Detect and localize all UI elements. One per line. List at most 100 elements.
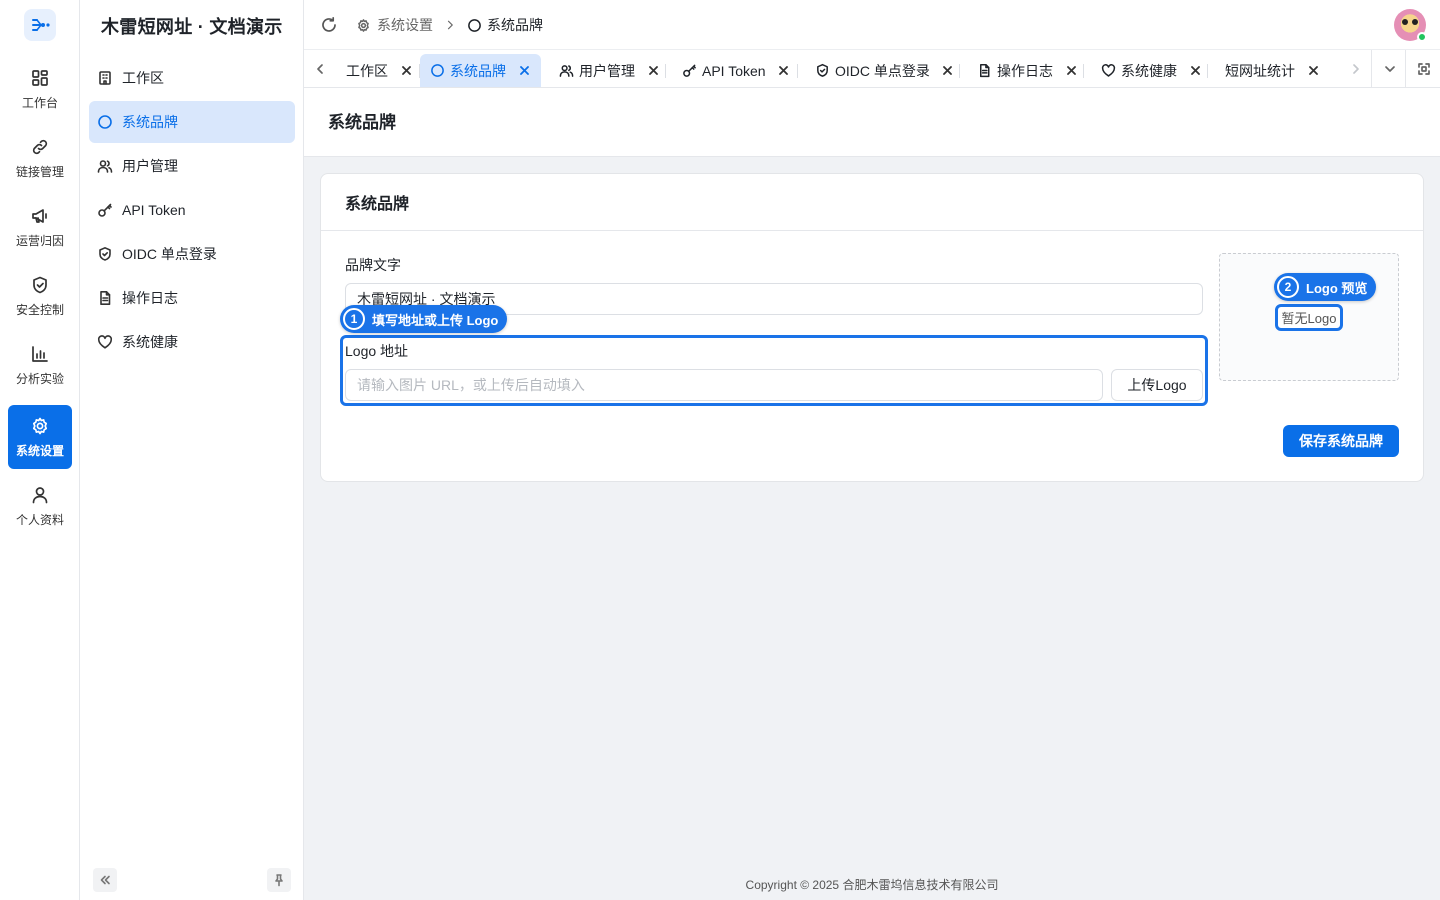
close-icon <box>1190 66 1200 75</box>
close-icon <box>943 66 953 75</box>
menu-item-label: OIDC 单点登录 <box>122 246 217 262</box>
callout-number: 1 <box>343 308 365 330</box>
rail-item-label: 个人资料 <box>15 512 64 527</box>
rail-item-attribution[interactable]: 运营归因 <box>8 195 72 259</box>
rail-item-label: 安全控制 <box>15 302 64 317</box>
rail-item-links[interactable]: 链接管理 <box>8 126 72 190</box>
document-icon <box>980 63 990 78</box>
tab-label: 用户管理 <box>579 62 635 79</box>
logo-url-label: Logo 地址 <box>345 343 409 359</box>
collapse-menu-button[interactable] <box>93 868 117 892</box>
app-title: 木雷短网址 · 文档演示 <box>101 17 283 37</box>
tab-audit-log[interactable]: 操作日志 <box>967 54 1088 87</box>
tab-close-button[interactable] <box>1064 64 1078 78</box>
tab-close-button[interactable] <box>941 64 955 78</box>
tab-close-button[interactable] <box>777 64 791 78</box>
shield-check-icon <box>99 247 111 261</box>
megaphone-icon <box>32 208 47 223</box>
upload-logo-button[interactable]: 上传Logo <box>1111 369 1203 401</box>
menu-item-label: 用户管理 <box>122 158 178 174</box>
menu-item-oidc[interactable]: OIDC 单点登录 <box>89 233 295 275</box>
card-title: 系统品牌 <box>345 196 410 213</box>
tab-oidc[interactable]: OIDC 单点登录 <box>805 54 965 87</box>
callout-text: 填写地址或上传 Logo <box>372 312 499 328</box>
breadcrumb-parent[interactable]: 系统设置 <box>377 15 433 35</box>
circle-icon <box>468 18 481 32</box>
tab-brand[interactable]: 系统品牌 <box>420 54 541 87</box>
key-icon <box>683 64 696 77</box>
tab-divider <box>797 64 798 78</box>
menu-item-brand[interactable]: 系统品牌 <box>89 101 295 143</box>
rail-item-security[interactable]: 安全控制 <box>8 264 72 328</box>
menu-item-audit-log[interactable]: 操作日志 <box>89 277 295 319</box>
chevron-right-icon <box>447 20 453 30</box>
rail-item-label: 分析实验 <box>15 371 64 386</box>
rail-item-settings[interactable]: 系统设置 <box>8 405 72 469</box>
secondary-menu: 木雷短网址 · 文档演示 工作区 系统品牌 用户管理 API Token OID… <box>80 0 304 900</box>
rail-item-dashboard[interactable]: 工作台 <box>8 57 72 121</box>
refresh-button[interactable] <box>320 16 338 34</box>
dashboard-grid-icon <box>32 69 48 86</box>
footer-copyright: Copyright © 2025 合肥木雷坞信息技术有限公司 <box>745 878 999 892</box>
circle-icon <box>98 115 112 129</box>
pin-menu-button[interactable] <box>267 868 291 892</box>
chevron-left-icon <box>317 63 323 74</box>
link-icon <box>32 139 48 154</box>
tab-api-token[interactable]: API Token <box>672 54 801 87</box>
close-icon <box>648 66 658 75</box>
tabs-bar: 工作区 系统品牌 用户管理 API Token OIDC 单点登录 操作日志 系… <box>304 50 1440 88</box>
tab-health[interactable]: 系统健康 <box>1091 54 1212 87</box>
top-header: 系统设置 系统品牌 <box>304 0 1440 50</box>
heart-icon <box>1101 64 1116 77</box>
tab-close-button[interactable] <box>646 64 660 78</box>
menu-item-api-token[interactable]: API Token <box>89 189 295 231</box>
user-avatar[interactable] <box>1394 9 1427 42</box>
users-icon <box>97 160 113 173</box>
menu-item-users[interactable]: 用户管理 <box>89 145 295 187</box>
tab-label: 操作日志 <box>997 62 1053 79</box>
tab-short-url-stats[interactable]: 短网址统计 <box>1215 54 1330 87</box>
tabs-scroll-right-button[interactable] <box>1340 50 1372 87</box>
bar-chart-icon <box>32 345 48 362</box>
rail-item-label: 系统设置 <box>15 443 64 458</box>
rail-item-analytics[interactable]: 分析实验 <box>8 333 72 397</box>
tab-users[interactable]: 用户管理 <box>549 54 670 87</box>
chevron-right-icon <box>1352 63 1359 74</box>
tab-close-button[interactable] <box>517 64 531 78</box>
menu-item-label: 系统健康 <box>122 334 178 350</box>
close-icon <box>519 66 529 75</box>
rail-item-label: 工作台 <box>21 95 58 110</box>
tab-label: 短网址统计 <box>1225 62 1295 79</box>
tab-close-button[interactable] <box>1306 64 1320 78</box>
save-brand-button[interactable]: 保存系统品牌 <box>1283 425 1399 457</box>
menu-item-health[interactable]: 系统健康 <box>89 321 295 363</box>
tab-label: API Token <box>702 62 766 79</box>
tabs-scroll-left-button[interactable] <box>304 50 336 87</box>
logo-url-input[interactable]: 请输入图片 URL，或上传后自动填入 <box>345 369 1103 401</box>
tab-label: 工作区 <box>346 62 388 79</box>
menu-item-workspace[interactable]: 工作区 <box>89 57 295 99</box>
page-header: 系统品牌 <box>304 88 1440 157</box>
tab-label: OIDC 单点登录 <box>835 62 930 79</box>
primary-nav-rail: 工作台 链接管理 运营归因 安全控制 分析实验 系统设置 个人资料 <box>0 0 80 900</box>
user-icon <box>32 486 48 503</box>
tab-close-button[interactable] <box>1188 64 1202 78</box>
app-logo-icon[interactable] <box>24 9 56 41</box>
tab-workspace[interactable]: 工作区 <box>336 54 423 87</box>
fullscreen-button[interactable] <box>1408 50 1440 87</box>
rail-item-profile[interactable]: 个人资料 <box>8 474 72 538</box>
rail-item-label: 运营归因 <box>15 233 64 248</box>
key-icon <box>98 203 112 217</box>
logo-preview-empty: 暂无Logo <box>1275 304 1343 331</box>
double-chevron-left-icon <box>100 875 110 885</box>
tab-close-button[interactable] <box>399 64 413 78</box>
page-title: 系统品牌 <box>328 113 396 132</box>
tabs-dropdown-button[interactable] <box>1374 50 1406 87</box>
tab-divider <box>1083 64 1084 78</box>
close-icon <box>1308 66 1318 75</box>
tab-label: 系统品牌 <box>450 62 506 79</box>
menu-item-label: API Token <box>122 202 186 218</box>
refresh-icon <box>322 16 336 32</box>
heart-icon <box>97 335 113 349</box>
close-icon <box>779 66 788 75</box>
